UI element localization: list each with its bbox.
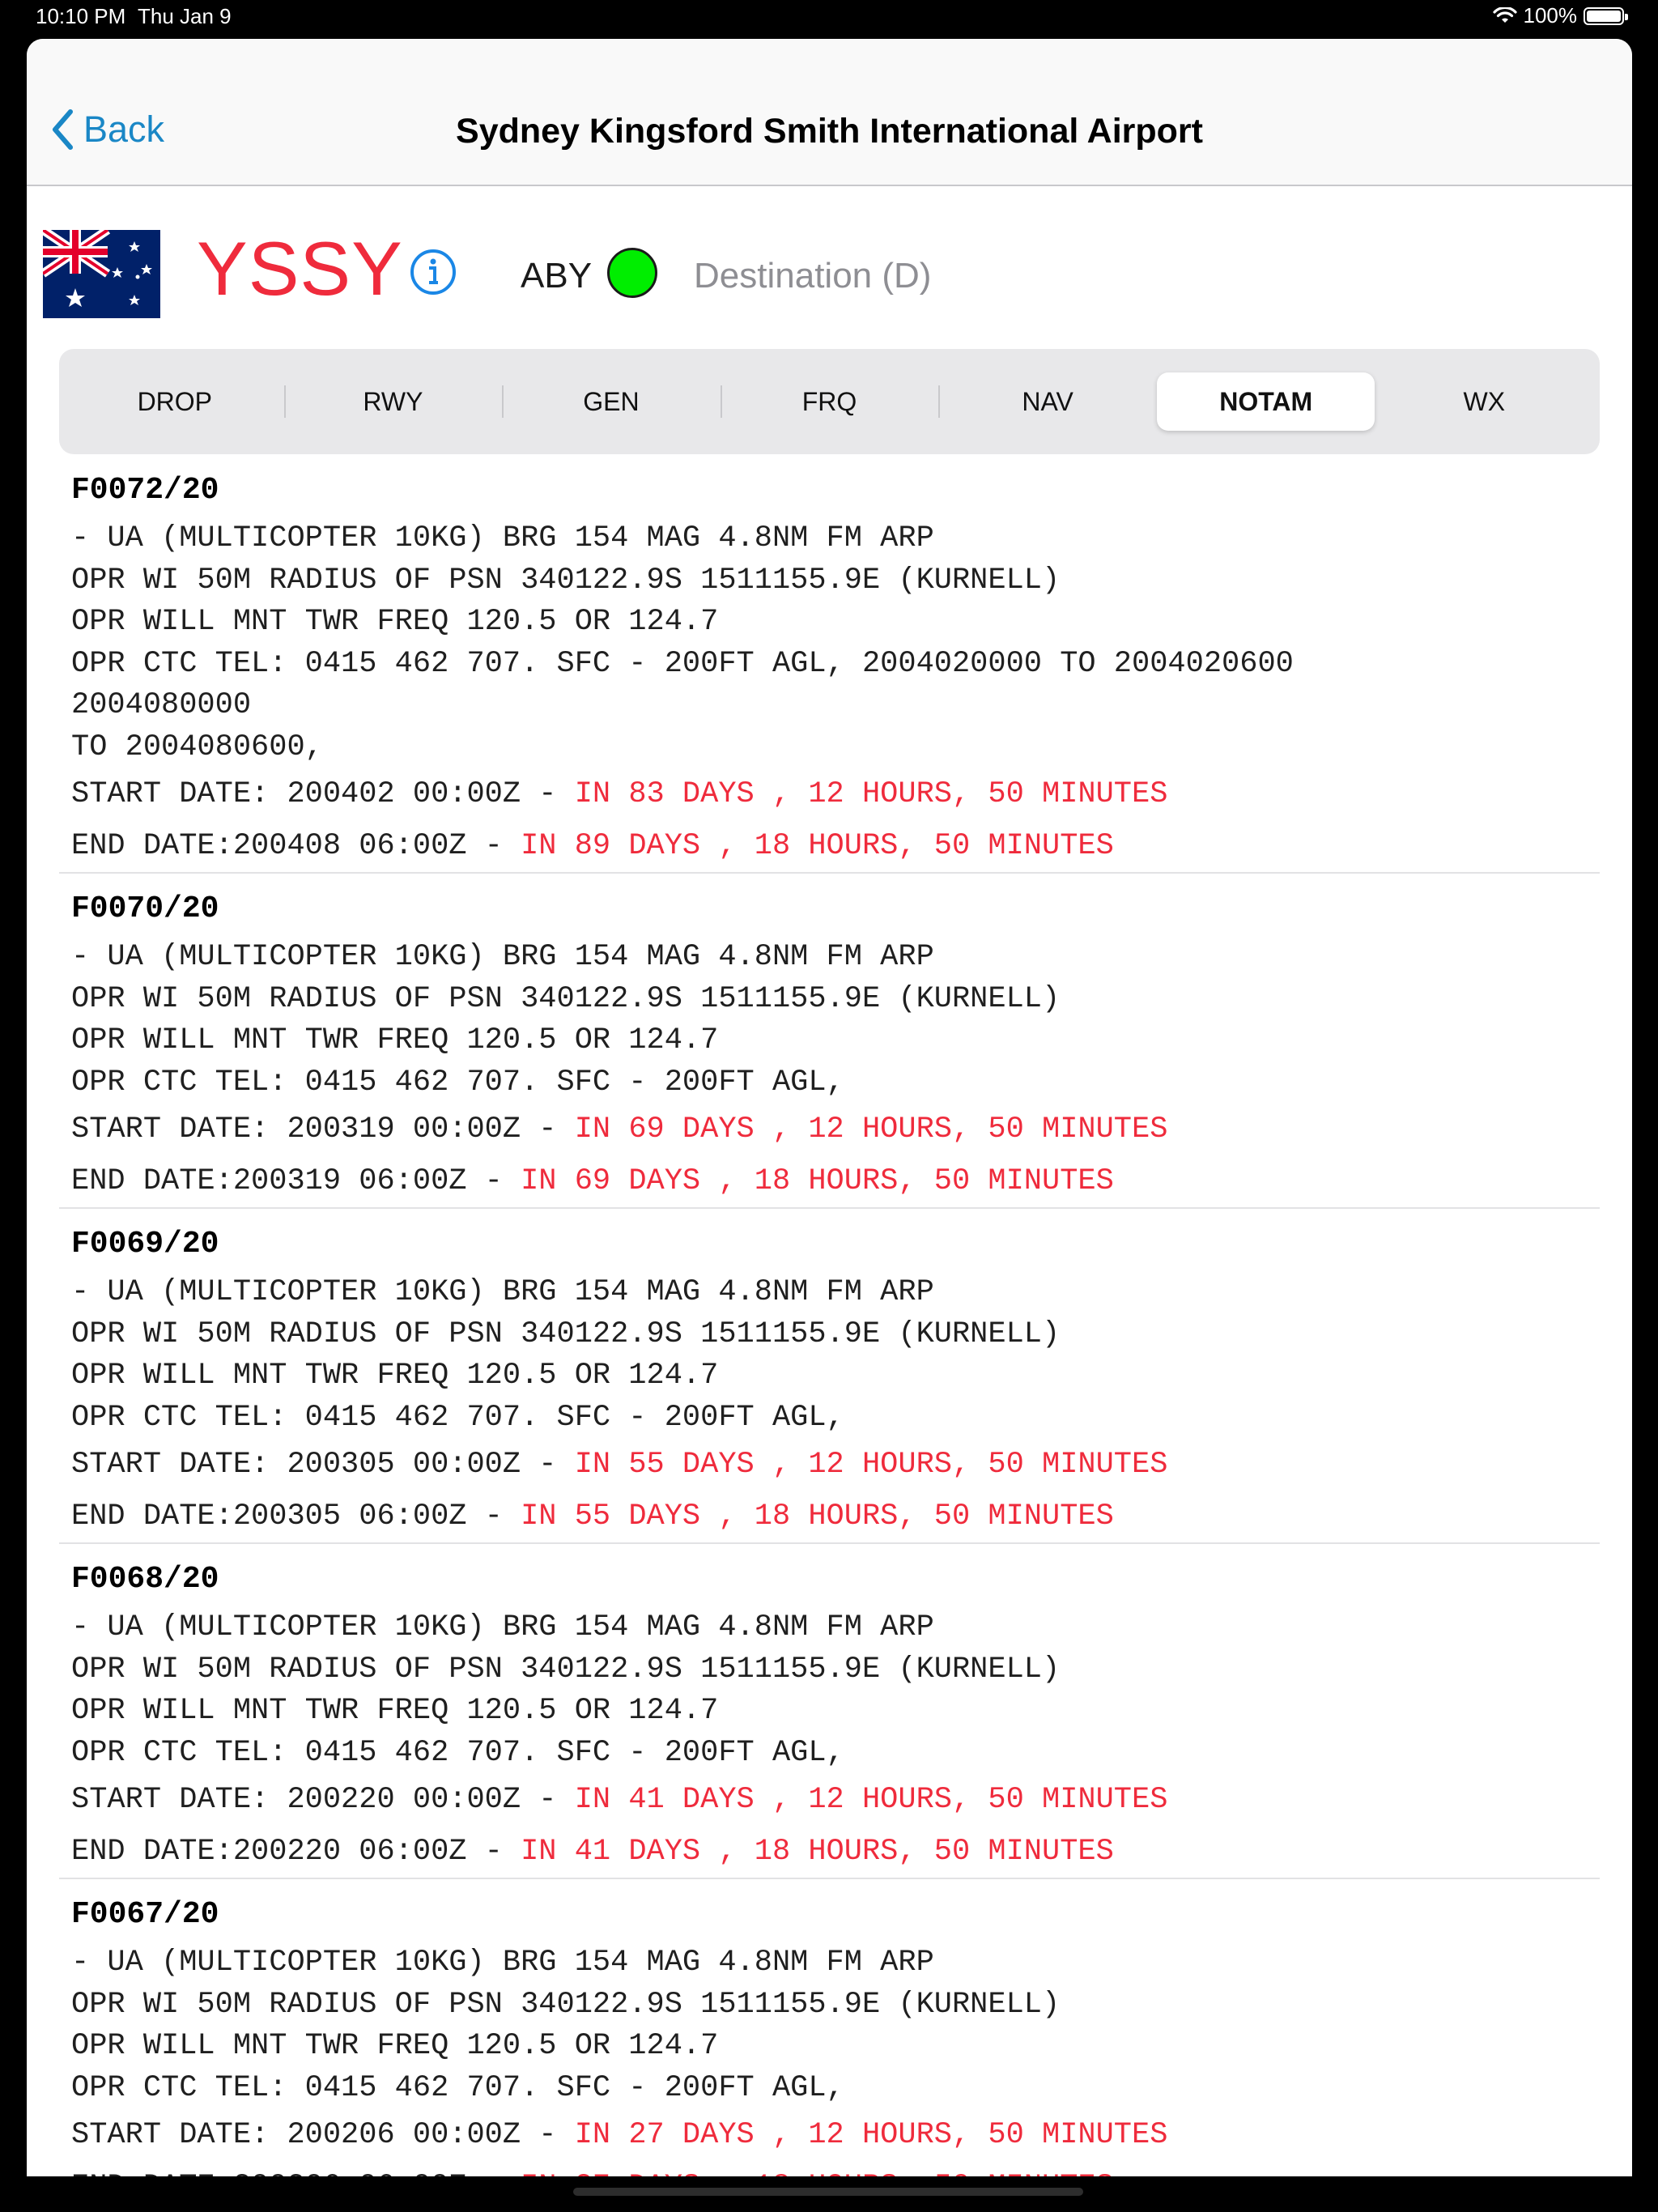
notam-text: - UA (MULTICOPTER 10KG) BRG 154 MAG 4.8N… (71, 1275, 1061, 1435)
tab-rwy[interactable]: RWY (283, 372, 503, 431)
notam-id: F0068/20 (71, 1562, 219, 1597)
start-relative-time: IN 41 DAYS , 12 HOURS, 50 MINUTES (574, 1783, 1168, 1817)
start-date-label: START DATE: 200319 00:00Z - (71, 1112, 575, 1146)
start-relative-time: IN 27 DAYS , 12 HOURS, 50 MINUTES (574, 2118, 1168, 2152)
start-relative-time: IN 69 DAYS , 12 HOURS, 50 MINUTES (574, 1112, 1168, 1146)
end-date-label: END DATE:200305 06:00Z - (71, 1499, 521, 1534)
notam-item: F0070/20 - UA (MULTICOPTER 10KG) BRG 154… (59, 888, 1600, 1209)
status-indicator (607, 248, 657, 298)
segmented-tabs: DROP RWY GEN FRQ NAV NOTAM WX (59, 349, 1600, 454)
page-title: Sydney Kingsford Smith International Air… (456, 112, 1203, 151)
status-date: Thu Jan 9 (138, 4, 232, 28)
notam-start-date: START DATE: 200220 00:00Z - IN 41 DAYS ,… (71, 1774, 1590, 1826)
modal-sheet: Back Sydney Kingsford Smith Internationa… (27, 39, 1632, 2176)
home-indicator[interactable] (573, 2188, 1083, 2196)
end-date-label: END DATE:200408 06:00Z - (71, 829, 521, 863)
airport-header: YSSY ABY Destination (D) (43, 226, 1613, 321)
notam-end-date: END DATE:200206 06:00Z - IN 27 DAYS , 18… (71, 2161, 1590, 2176)
tab-nav[interactable]: NAV (938, 372, 1157, 431)
notam-text: - UA (MULTICOPTER 10KG) BRG 154 MAG 4.8N… (71, 1610, 1061, 1770)
start-relative-time: IN 83 DAYS , 12 HOURS, 50 MINUTES (574, 777, 1168, 811)
end-relative-time: IN 89 DAYS , 18 HOURS, 50 MINUTES (521, 829, 1114, 863)
battery-icon (1584, 6, 1628, 25)
notam-end-date: END DATE:200220 06:00Z - IN 41 DAYS , 18… (71, 1826, 1590, 1878)
notam-text: - UA (MULTICOPTER 10KG) BRG 154 MAG 4.8N… (71, 521, 1294, 764)
start-relative-time: IN 55 DAYS , 12 HOURS, 50 MINUTES (574, 1448, 1168, 1482)
aby-label: ABY (521, 256, 593, 296)
status-time: 10:10 PM (36, 4, 126, 28)
end-date-label: END DATE:200206 06:00Z - (71, 2170, 521, 2176)
notam-end-date: END DATE:200319 06:00Z - IN 69 DAYS , 18… (71, 1155, 1590, 1207)
tab-gen[interactable]: GEN (502, 372, 721, 431)
start-date-label: START DATE: 200220 00:00Z - (71, 1783, 575, 1817)
airport-icao: YSSY (197, 226, 403, 311)
notam-id: F0067/20 (71, 1897, 219, 1932)
end-date-label: END DATE:200220 06:00Z - (71, 1835, 521, 1869)
notam-end-date: END DATE:200305 06:00Z - IN 55 DAYS , 18… (71, 1491, 1590, 1542)
start-date-label: START DATE: 200305 00:00Z - (71, 1448, 575, 1482)
status-right: 100% (1492, 3, 1628, 28)
end-relative-time: IN 55 DAYS , 18 HOURS, 50 MINUTES (521, 1499, 1114, 1534)
end-date-label: END DATE:200319 06:00Z - (71, 1164, 521, 1198)
notam-item: F0069/20 - UA (MULTICOPTER 10KG) BRG 154… (59, 1223, 1600, 1544)
tab-drop[interactable]: DROP (66, 372, 284, 431)
notam-end-date: END DATE:200408 06:00Z - IN 89 DAYS , 18… (71, 820, 1590, 872)
destination-label: Destination (D) (694, 256, 932, 296)
tab-frq[interactable]: FRQ (720, 372, 939, 431)
notam-start-date: START DATE: 200305 00:00Z - IN 55 DAYS ,… (71, 1439, 1590, 1491)
end-relative-time: IN 27 DAYS , 18 HOURS, 50 MINUTES (521, 2170, 1114, 2176)
notam-text: - UA (MULTICOPTER 10KG) BRG 154 MAG 4.8N… (71, 1946, 1061, 2105)
battery-percent: 100% (1523, 3, 1578, 28)
notam-start-date: START DATE: 200206 00:00Z - IN 27 DAYS ,… (71, 2109, 1590, 2161)
australia-flag-icon (43, 230, 160, 318)
wifi-icon (1492, 6, 1517, 23)
start-date-label: START DATE: 200206 00:00Z - (71, 2118, 575, 2152)
notam-id: F0072/20 (71, 473, 219, 508)
navigation-bar: Back Sydney Kingsford Smith Internationa… (27, 39, 1632, 186)
notam-item: F0068/20 - UA (MULTICOPTER 10KG) BRG 154… (59, 1559, 1600, 1879)
notam-item: F0072/20 - UA (MULTICOPTER 10KG) BRG 154… (59, 470, 1600, 874)
end-relative-time: IN 41 DAYS , 18 HOURS, 50 MINUTES (521, 1835, 1114, 1869)
notam-list[interactable]: F0072/20 - UA (MULTICOPTER 10KG) BRG 154… (59, 455, 1600, 2176)
info-icon[interactable] (409, 248, 457, 296)
notam-text: - UA (MULTICOPTER 10KG) BRG 154 MAG 4.8N… (71, 940, 1061, 1100)
notam-item: F0067/20 - UA (MULTICOPTER 10KG) BRG 154… (59, 1894, 1600, 2176)
start-date-label: START DATE: 200402 00:00Z - (71, 777, 575, 811)
tab-wx[interactable]: WX (1375, 372, 1593, 431)
end-relative-time: IN 69 DAYS , 18 HOURS, 50 MINUTES (521, 1164, 1114, 1198)
notam-start-date: START DATE: 200402 00:00Z - IN 83 DAYS ,… (71, 768, 1590, 820)
status-bar: 10:10 PM Thu Jan 9 100% (0, 0, 1658, 36)
notam-start-date: START DATE: 200319 00:00Z - IN 69 DAYS ,… (71, 1104, 1590, 1155)
notam-id: F0070/20 (71, 891, 219, 926)
tab-notam[interactable]: NOTAM (1156, 372, 1375, 431)
notam-id: F0069/20 (71, 1227, 219, 1261)
